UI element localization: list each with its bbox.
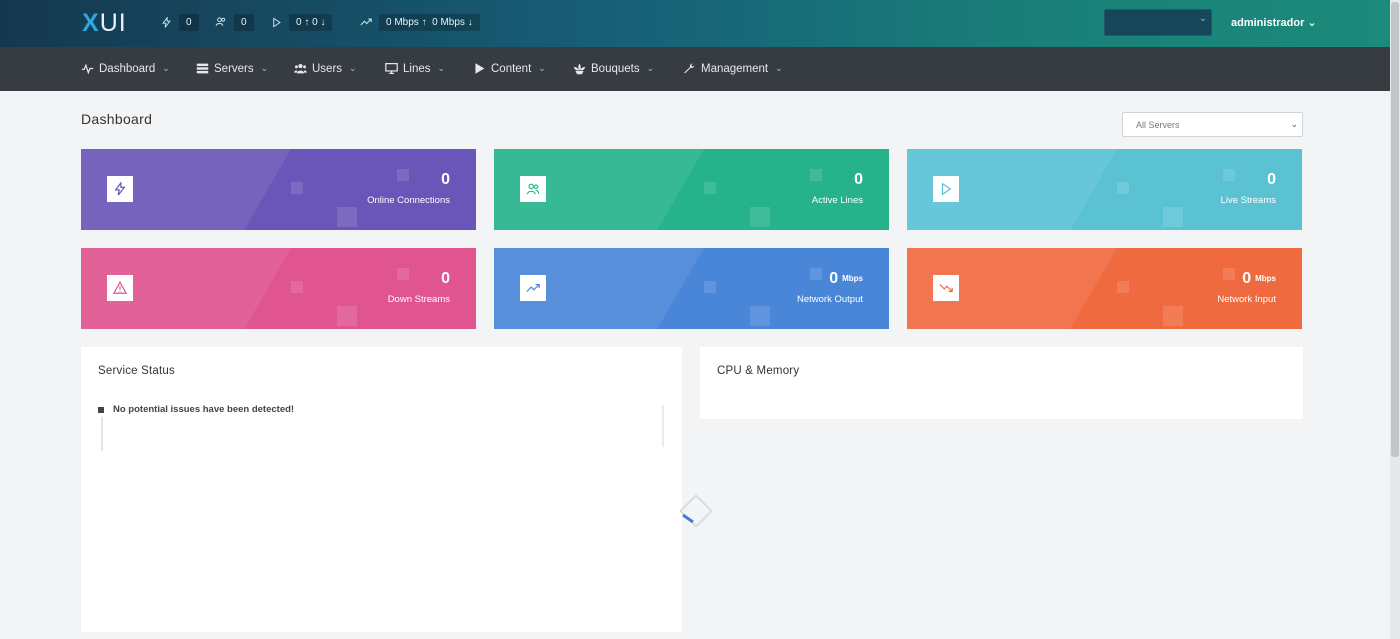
- card-value: 0 Mbps: [1242, 270, 1276, 287]
- card-label: Network Output: [797, 294, 863, 305]
- play-icon: [933, 176, 959, 202]
- chevron-down-icon: ⌄: [775, 63, 783, 73]
- network-output-card[interactable]: 0 Mbps Network Output: [494, 248, 889, 329]
- card-label: Down Streams: [387, 294, 450, 305]
- top-server-select[interactable]: [1104, 9, 1212, 36]
- connections-count: 0: [179, 13, 199, 31]
- page-scrollbar[interactable]: [1390, 0, 1400, 639]
- chevron-down-icon: ⌄: [1307, 17, 1317, 29]
- cpu-memory-panel: CPU & Memory: [700, 347, 1303, 419]
- chevron-down-icon: ⌄: [1290, 119, 1298, 129]
- nav-dashboard[interactable]: Dashboard ⌄: [81, 62, 170, 75]
- top-bar: XUI 0 0 0 ↑ 0 ↓ 0 Mbps ↑ 0 Mbps ↓ admini…: [0, 0, 1390, 47]
- nav-lines[interactable]: Lines ⌄: [385, 62, 445, 75]
- chevron-down-icon: ⌄: [538, 63, 546, 73]
- panel-title: CPU & Memory: [717, 365, 800, 377]
- nav-content[interactable]: Content ⌄: [473, 62, 546, 75]
- play-icon: [475, 63, 485, 74]
- nav-bouquets[interactable]: Bouquets ⌄: [573, 62, 654, 75]
- service-status-panel: Service Status No potential issues have …: [81, 347, 682, 632]
- nav-servers[interactable]: Servers ⌄: [196, 62, 268, 75]
- trend-up-icon: [359, 15, 373, 29]
- nav-management[interactable]: Management ⌄: [683, 62, 783, 75]
- users-stat[interactable]: 0: [214, 12, 254, 32]
- card-value: 0: [441, 171, 450, 188]
- users-icon: [294, 63, 307, 74]
- card-value: 0: [441, 270, 450, 287]
- card-label: Online Connections: [367, 195, 450, 206]
- nav-users[interactable]: Users ⌄: [294, 62, 357, 75]
- live-streams-card[interactable]: 0 Live Streams: [907, 149, 1302, 230]
- bolt-icon: [159, 15, 173, 29]
- page-title: Dashboard: [81, 111, 153, 127]
- monitor-icon: [385, 63, 398, 74]
- scrollbar-thumb[interactable]: [1391, 2, 1399, 457]
- chevron-down-icon: ⌄: [349, 63, 357, 73]
- chevron-down-icon: ⌄: [162, 63, 170, 73]
- chevron-down-icon: ⌄: [260, 63, 269, 73]
- activity-icon: [81, 63, 94, 75]
- chevron-down-icon: ⌄: [646, 63, 655, 73]
- network-input-card[interactable]: 0 Mbps Network Input: [907, 248, 1302, 329]
- card-label: Active Lines: [811, 195, 863, 206]
- server-icon: [196, 63, 209, 74]
- network-rates: 0 Mbps ↑ 0 Mbps ↓: [379, 13, 480, 31]
- users-icon: [214, 15, 228, 29]
- card-value: 0: [854, 171, 863, 188]
- active-lines-card[interactable]: 0 Active Lines: [494, 149, 889, 230]
- users-icon: [520, 176, 546, 202]
- trend-down-icon: [933, 275, 959, 301]
- card-label: Live Streams: [1220, 195, 1276, 206]
- wrench-icon: [684, 63, 695, 74]
- card-label: Network Input: [1217, 294, 1276, 305]
- flower-icon: [573, 63, 586, 75]
- status-dot: [98, 406, 104, 413]
- network-stat[interactable]: 0 Mbps ↑ 0 Mbps ↓: [359, 12, 480, 32]
- loading-spinner-icon: [679, 494, 713, 528]
- panel-title: Service Status: [98, 365, 175, 377]
- users-count: 0: [234, 13, 254, 31]
- down-streams-card[interactable]: 0 Down Streams: [81, 248, 476, 329]
- card-value: 0 Mbps: [829, 270, 863, 287]
- bolt-icon: [107, 176, 133, 202]
- logo[interactable]: XUI: [82, 9, 127, 38]
- online-connections-card[interactable]: 0 Online Connections: [81, 149, 476, 230]
- play-icon: [269, 15, 283, 29]
- user-menu[interactable]: administrador ⌄: [1231, 16, 1317, 29]
- streams-stat[interactable]: 0 ↑ 0 ↓: [269, 12, 333, 32]
- warning-icon: [107, 275, 133, 301]
- card-value: 0: [1267, 171, 1276, 188]
- status-message: No potential issues have been detected!: [98, 404, 294, 415]
- panel-scrollbar[interactable]: [662, 405, 664, 447]
- main-nav: Dashboard ⌄ Servers ⌄ Users ⌄ Lines ⌄ Conten…: [0, 47, 1390, 91]
- chevron-down-icon: ⌄: [437, 63, 446, 73]
- trend-up-icon: [520, 275, 546, 301]
- connections-stat[interactable]: 0: [159, 12, 199, 32]
- streams-count: 0 ↑ 0 ↓: [289, 13, 333, 31]
- server-filter-select[interactable]: All Servers ⌄: [1122, 112, 1303, 137]
